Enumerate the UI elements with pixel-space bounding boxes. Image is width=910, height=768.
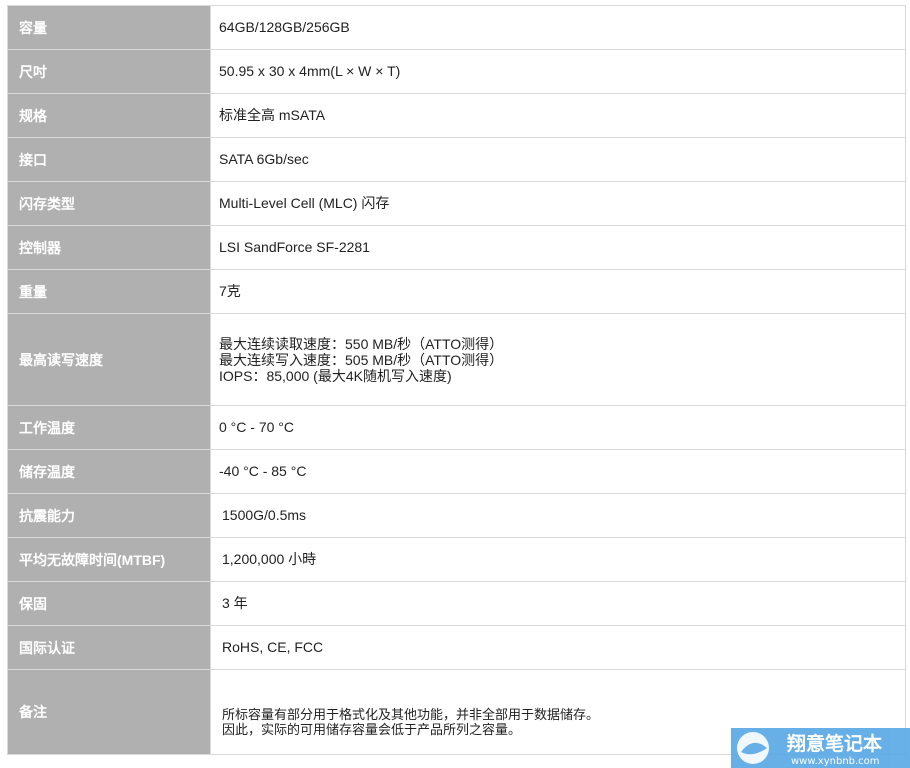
- spec-value: 标准全高 mSATA: [210, 93, 906, 138]
- spec-row-warranty: 保固 3 年: [7, 581, 906, 626]
- spec-label: 工作温度: [7, 405, 211, 450]
- spec-label: 尺吋: [7, 49, 211, 94]
- spec-value-line: SATA 6Gb/sec: [219, 151, 309, 167]
- spec-value-line: 50.95 x 30 x 4mm(L × W × T): [219, 63, 401, 79]
- spec-row-certification: 国际认证 RoHS, CE, FCC: [7, 625, 906, 670]
- spec-label: 保固: [7, 581, 211, 626]
- spec-value-line: 标准全高 mSATA: [219, 107, 326, 123]
- spec-row-max-speed: 最高读写速度 最大连续读取速度：550 MB/秒（ATTO测得） 最大连续写入速…: [7, 313, 906, 406]
- spec-label: 重量: [7, 269, 211, 314]
- spec-label: 平均无故障时间(MTBF): [7, 537, 211, 582]
- spec-label: 最高读写速度: [7, 313, 211, 406]
- spec-label: 备注: [7, 669, 211, 755]
- spec-row-dimensions: 尺吋 50.95 x 30 x 4mm(L × W × T): [7, 49, 906, 94]
- spec-value: -40 °C - 85 °C: [210, 449, 906, 494]
- spec-value-line: IOPS：85,000 (最大4K随机写入速度): [219, 367, 452, 384]
- spec-table: 容量 64GB/128GB/256GB 尺吋 50.95 x 30 x 4mm(…: [7, 5, 906, 755]
- spec-value: 50.95 x 30 x 4mm(L × W × T): [210, 49, 906, 94]
- spec-row-storage-temp: 储存温度 -40 °C - 85 °C: [7, 449, 906, 494]
- spec-row-capacity: 容量 64GB/128GB/256GB: [7, 5, 906, 50]
- spec-value-line: 所标容量有部分用于格式化及其他功能，并非全部用于数据储存。: [222, 707, 600, 722]
- spec-value-line: 3 年: [222, 595, 248, 611]
- spec-row-form-factor: 规格 标准全高 mSATA: [7, 93, 906, 138]
- spec-label: 闪存类型: [7, 181, 211, 226]
- spec-label: 抗震能力: [7, 493, 211, 538]
- spec-value-line: -40 °C - 85 °C: [219, 463, 307, 479]
- spec-value: 7克: [210, 269, 906, 314]
- spec-value-line: 0 °C - 70 °C: [219, 419, 294, 435]
- spec-row-shock: 抗震能力 1500G/0.5ms: [7, 493, 906, 538]
- spec-value-line: 1,200,000 小時: [222, 551, 317, 567]
- spec-label: 接口: [7, 137, 211, 182]
- spec-row-interface: 接口 SATA 6Gb/sec: [7, 137, 906, 182]
- spec-value: RoHS, CE, FCC: [210, 625, 906, 670]
- spec-value-line: LSI SandForce SF-2281: [219, 239, 370, 255]
- spec-value: 3 年: [210, 581, 906, 626]
- spec-label: 储存温度: [7, 449, 211, 494]
- spec-row-operating-temp: 工作温度 0 °C - 70 °C: [7, 405, 906, 450]
- spec-value-line: 最大连续写入速度：505 MB/秒（ATTO测得）: [219, 351, 504, 368]
- spec-row-weight: 重量 7克: [7, 269, 906, 314]
- spec-value: 1500G/0.5ms: [210, 493, 906, 538]
- spec-value: 64GB/128GB/256GB: [210, 5, 906, 50]
- spec-value-line: RoHS, CE, FCC: [222, 639, 324, 655]
- spec-row-flash-type: 闪存类型 Multi-Level Cell (MLC) 闪存: [7, 181, 906, 226]
- spec-value-line: 7克: [219, 283, 241, 299]
- spec-value-line: Multi-Level Cell (MLC) 闪存: [219, 195, 390, 211]
- spec-value: LSI SandForce SF-2281: [210, 225, 906, 270]
- watermark-graphic: 翔意笔记本 www.xynbnb.com: [737, 732, 882, 767]
- spec-label: 国际认证: [7, 625, 211, 670]
- spec-row-controller: 控制器 LSI SandForce SF-2281: [7, 225, 906, 270]
- spec-value-line: 64GB/128GB/256GB: [219, 19, 350, 35]
- watermark-url: www.xynbnb.com: [791, 756, 880, 767]
- spec-row-mtbf: 平均无故障时间(MTBF) 1,200,000 小時: [7, 537, 906, 582]
- spec-value: SATA 6Gb/sec: [210, 137, 906, 182]
- spec-label: 控制器: [7, 225, 211, 270]
- watermark-text: 翔意笔记本: [786, 732, 882, 755]
- spec-value: 最大连续读取速度：550 MB/秒（ATTO测得） 最大连续写入速度：505 M…: [210, 313, 906, 406]
- spec-value: Multi-Level Cell (MLC) 闪存: [210, 181, 906, 226]
- spec-value-line: 最大连续读取速度：550 MB/秒（ATTO测得）: [219, 335, 504, 352]
- spec-value-line: 1500G/0.5ms: [222, 507, 307, 523]
- spec-value: 0 °C - 70 °C: [210, 405, 906, 450]
- spec-label: 容量: [7, 5, 211, 50]
- spec-label: 规格: [7, 93, 211, 138]
- spec-value: 1,200,000 小時: [210, 537, 906, 582]
- watermark-logo: 翔意笔记本 www.xynbnb.com: [731, 728, 910, 768]
